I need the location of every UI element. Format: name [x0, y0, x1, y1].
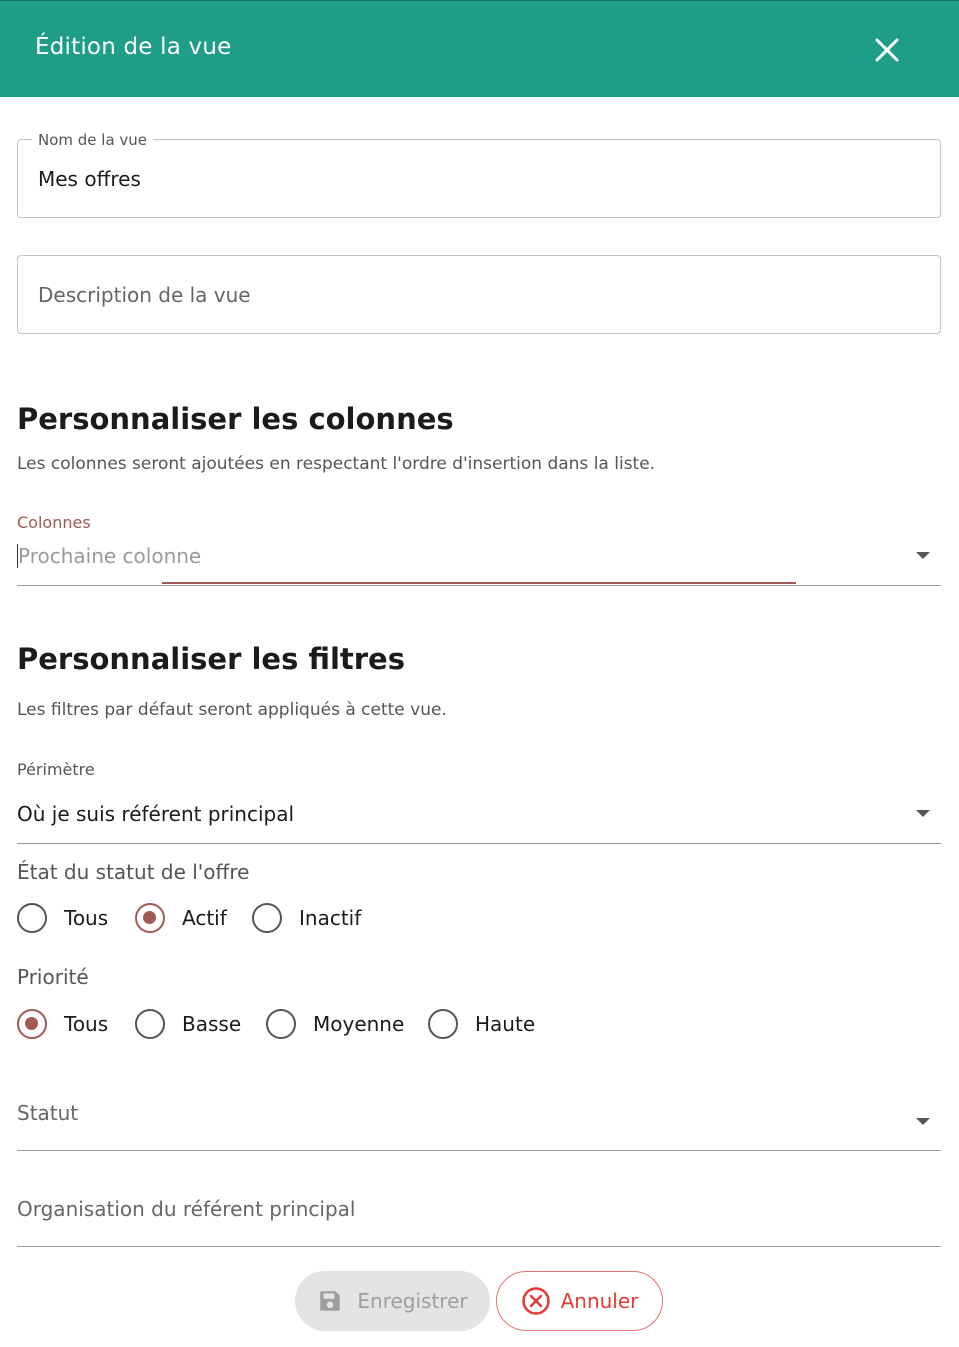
- priority-label: Priorité: [17, 965, 89, 989]
- radio-label: Haute: [475, 1012, 536, 1036]
- status-state-option-tous[interactable]: Tous: [17, 902, 108, 934]
- filters-section-title: Personnaliser les filtres: [17, 642, 405, 676]
- cancel-label: Annuler: [560, 1289, 639, 1313]
- columns-placeholder: Prochaine colonne: [18, 544, 202, 568]
- cancel-circle-icon: [521, 1287, 550, 1315]
- view-name-field[interactable]: Nom de la vue Mes offres: [17, 131, 941, 218]
- radio-label: Basse: [182, 1012, 242, 1036]
- save-icon: [320, 1291, 341, 1311]
- save-button[interactable]: Enregistrer: [295, 1271, 490, 1331]
- save-label: Enregistrer: [357, 1289, 468, 1313]
- radio-label: Actif: [182, 906, 227, 930]
- columns-section-description: Les colonnes seront ajoutées en respecta…: [17, 454, 656, 474]
- filters-section-description: Les filtres par défaut seront appliqués …: [17, 700, 447, 720]
- status-state-option-inactif[interactable]: Inactif: [252, 902, 361, 934]
- organisation-field[interactable]: Organisation du référent principal: [17, 1196, 941, 1247]
- status-placeholder: Statut: [17, 1101, 79, 1125]
- radio-label: Tous: [64, 1012, 109, 1036]
- radio-label: Moyenne: [313, 1012, 405, 1036]
- radio-unchecked-icon: [252, 903, 282, 933]
- perimeter-underline: [17, 843, 941, 844]
- status-underline: [17, 1150, 941, 1151]
- status-select[interactable]: Statut: [17, 1100, 941, 1151]
- chevron-down-icon: [916, 1118, 930, 1125]
- organisation-underline: [17, 1246, 941, 1247]
- priority-option-tous[interactable]: Tous: [17, 1008, 108, 1040]
- view-name-value: Mes offres: [38, 167, 141, 191]
- radio-checked-icon: [135, 903, 165, 933]
- columns-section-title: Personnaliser les colonnes: [17, 402, 454, 436]
- close-button[interactable]: [872, 35, 902, 65]
- dialog-title: Édition de la vue: [35, 34, 232, 60]
- cancel-button[interactable]: Annuler: [496, 1271, 663, 1331]
- perimeter-value: Où je suis référent principal: [17, 802, 295, 826]
- priority-option-moyenne[interactable]: Moyenne: [266, 1008, 404, 1040]
- columns-select[interactable]: Prochaine colonne: [17, 540, 941, 586]
- columns-field-label: Colonnes: [17, 513, 91, 532]
- radio-label: Inactif: [299, 906, 362, 930]
- radio-unchecked-icon: [17, 903, 47, 933]
- radio-unchecked-icon: [428, 1009, 458, 1039]
- priority-option-basse[interactable]: Basse: [135, 1008, 241, 1040]
- priority-option-haute[interactable]: Haute: [428, 1008, 535, 1040]
- columns-underline: [17, 585, 941, 586]
- radio-unchecked-icon: [266, 1009, 296, 1039]
- columns-focus-underline: [162, 582, 796, 584]
- radio-unchecked-icon: [135, 1009, 165, 1039]
- close-icon: [875, 38, 899, 62]
- chevron-down-icon: [916, 810, 930, 817]
- chevron-down-icon: [916, 552, 930, 559]
- perimeter-select[interactable]: Où je suis référent principal: [17, 798, 941, 844]
- status-state-label: État du statut de l'offre: [17, 860, 250, 884]
- radio-checked-icon: [17, 1009, 47, 1039]
- perimeter-label: Périmètre: [17, 760, 95, 779]
- view-name-label: Nom de la vue: [32, 131, 154, 149]
- radio-label: Tous: [64, 906, 109, 930]
- status-state-option-actif[interactable]: Actif: [135, 902, 227, 934]
- view-description-placeholder: Description de la vue: [38, 283, 251, 307]
- view-description-field[interactable]: Description de la vue: [17, 255, 941, 334]
- organisation-placeholder: Organisation du référent principal: [17, 1197, 356, 1221]
- dialog-header: Édition de la vue: [0, 0, 959, 97]
